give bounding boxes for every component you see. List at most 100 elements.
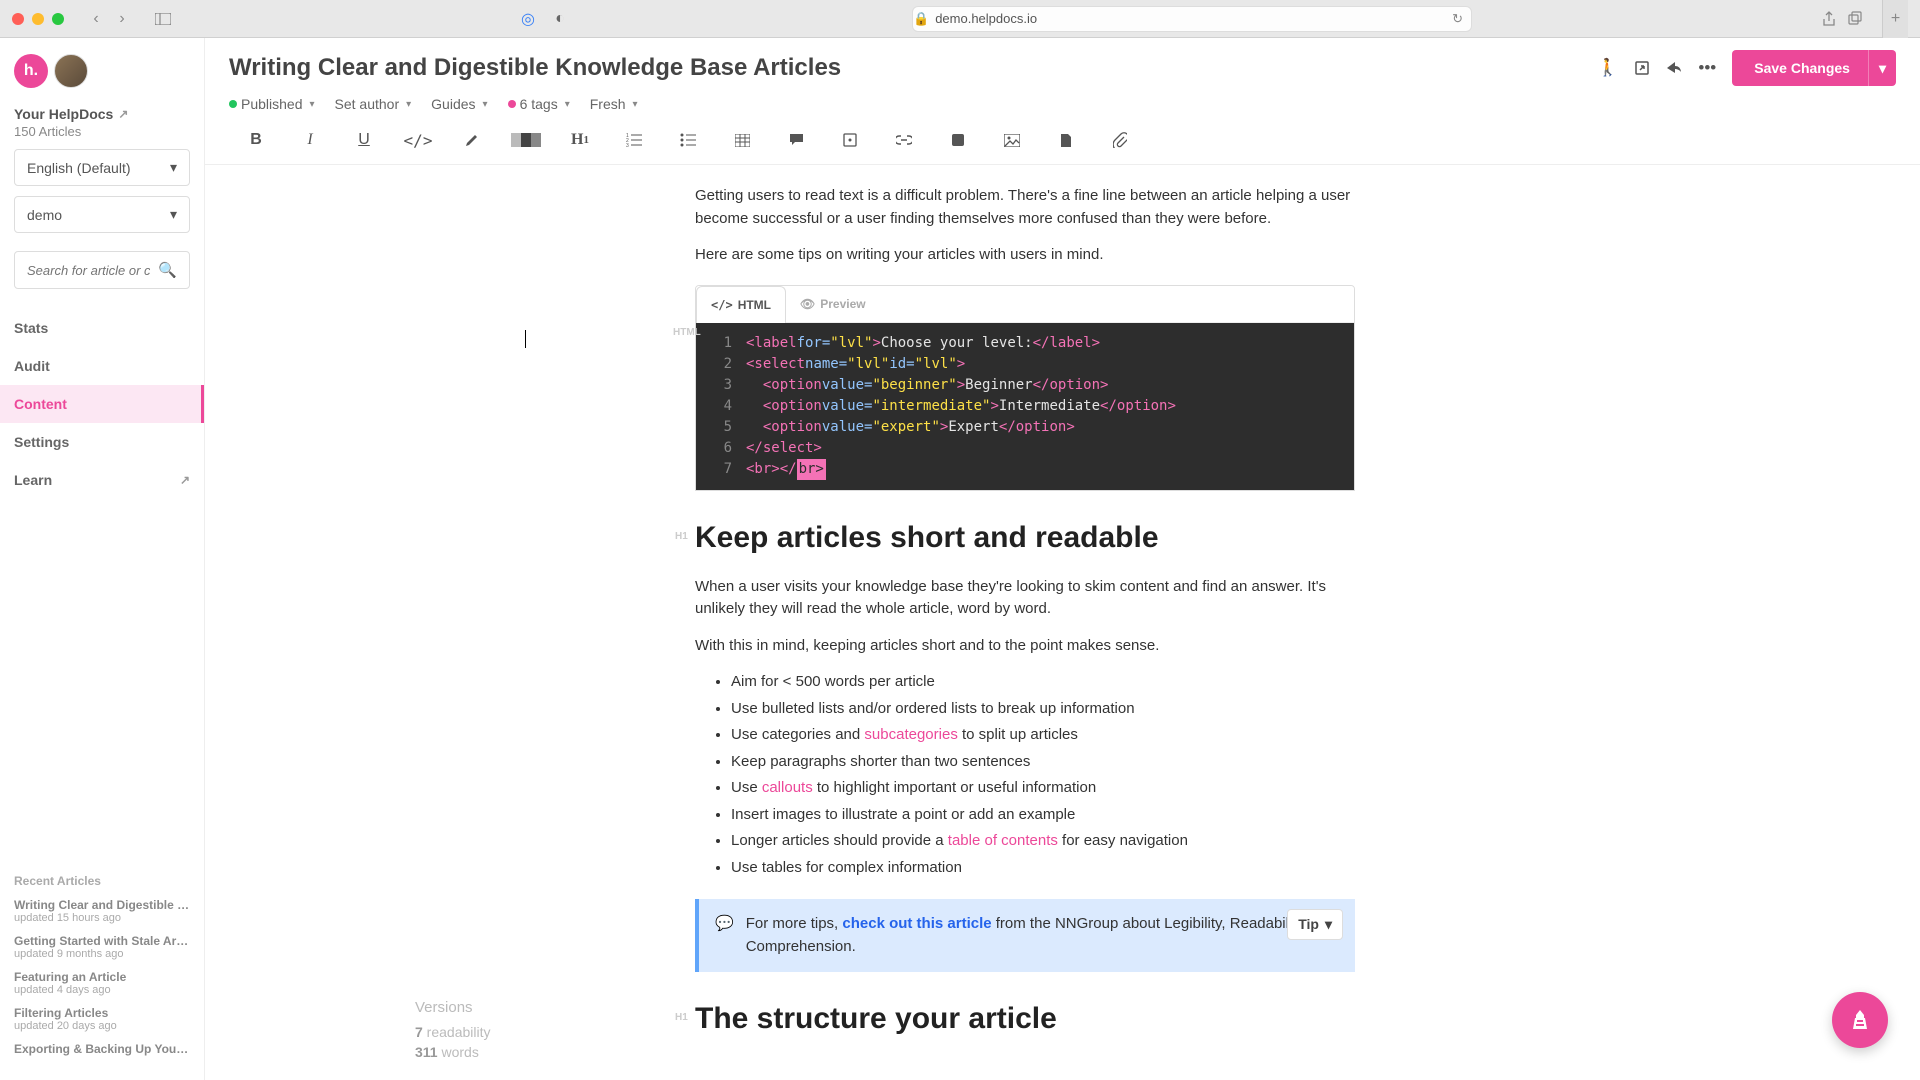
author-dropdown[interactable]: Set author [335,96,412,112]
sidebar-toggle-icon[interactable] [150,8,176,30]
word-count-stat: 311 words [415,1044,491,1060]
eye-icon: 👁 [800,295,815,313]
color-swatches[interactable] [499,126,553,154]
forward-button[interactable]: › [110,8,134,30]
link-button[interactable] [877,126,931,154]
accessibility-icon[interactable]: 🚶 [1597,58,1618,78]
sidebar-item-learn[interactable]: Learn ↗ [0,461,204,499]
attachment-button[interactable] [1093,126,1147,154]
file-button[interactable] [1039,126,1093,154]
search-input[interactable]: 🔍 [14,251,190,289]
link-callouts[interactable]: callouts [762,779,813,796]
unordered-list-button[interactable] [661,126,715,154]
lock-icon: 🔒 [913,11,929,27]
heading-1[interactable]: The structure your article [695,996,1355,1041]
back-button[interactable]: ‹ [84,8,108,30]
block-button[interactable] [931,126,985,154]
share-icon[interactable] [1666,61,1682,75]
sidebar-item-content[interactable]: Content [0,385,204,423]
svg-text:3: 3 [626,143,629,147]
copy-tab-icon[interactable] [1848,11,1862,27]
recent-article[interactable]: Getting Started with Stale Articlesupdat… [14,934,190,960]
tags-dropdown[interactable]: 6 tags [508,96,570,112]
article-title[interactable]: Writing Clear and Digestible Knowledge B… [229,54,841,82]
status-dropdown[interactable]: Published [229,96,315,112]
code-button[interactable]: </> [391,126,445,154]
tip-type-dropdown[interactable]: Tip▾ [1287,909,1343,940]
list-item[interactable]: Use callouts to highlight important or u… [731,777,1355,800]
share-icon[interactable] [1822,11,1836,27]
save-dropdown-icon[interactable]: ▾ [1868,50,1896,86]
save-changes-button[interactable]: Save Changes ▾ [1732,50,1896,86]
open-external-icon[interactable] [1634,60,1650,76]
link-subcategories[interactable]: subcategories [864,726,957,743]
new-tab-button[interactable]: + [1882,0,1908,38]
list-item[interactable]: Aim for < 500 words per article [731,671,1355,694]
highlight-button[interactable] [445,126,499,154]
recent-article[interactable]: Writing Clear and Digestible Kn…updated … [14,898,190,924]
chevron-down-icon: ▾ [170,206,177,223]
recent-article[interactable]: Filtering Articlesupdated 20 days ago [14,1006,190,1032]
language-dropdown[interactable]: English (Default) ▾ [14,149,190,186]
readability-stat: 7 readability [415,1024,491,1040]
table-button[interactable] [715,126,769,154]
workspace-name[interactable]: Your HelpDocs ↗ [14,106,190,122]
chevron-down-icon: ▾ [1325,914,1332,935]
paragraph[interactable]: Getting users to read text is a difficul… [695,185,1355,230]
comment-button[interactable] [769,126,823,154]
sidebar-item-stats[interactable]: Stats [0,309,204,347]
editor-content[interactable]: Getting users to read text is a difficul… [205,165,1920,1080]
list-item[interactable]: Use bulleted lists and/or ordered lists … [731,698,1355,721]
callout-button[interactable] [823,126,877,154]
reload-icon[interactable]: ↻ [1452,11,1463,27]
recent-article[interactable]: Exporting & Backing Up Your Ar… [14,1042,190,1056]
freshness-dropdown[interactable]: Fresh [590,96,638,112]
callout-link[interactable]: check out this article [842,915,991,932]
maximize-window-icon[interactable] [52,13,64,25]
italic-button[interactable]: I [283,126,337,154]
search-field[interactable] [27,263,150,278]
url-text: demo.helpdocs.io [935,11,1037,26]
help-fab-button[interactable] [1832,992,1888,1048]
paragraph[interactable]: With this in mind, keeping articles shor… [695,635,1355,658]
ordered-list-button[interactable]: 123 [607,126,661,154]
browser-chrome: ‹ › ◎ ◐ 🔒 demo.helpdocs.io ↻ + [0,0,1920,38]
recent-article[interactable]: Featuring an Articleupdated 4 days ago [14,970,190,996]
avatar[interactable] [54,54,88,88]
heading-button[interactable]: H1 [553,126,607,154]
tab-preview[interactable]: 👁Preview [786,286,880,322]
paragraph[interactable]: Here are some tips on writing your artic… [695,244,1355,267]
extension-1password-icon[interactable]: ◎ [514,7,542,31]
helpdocs-logo-icon[interactable]: h. [14,54,48,88]
sidebar-item-settings[interactable]: Settings [0,423,204,461]
bullet-list[interactable]: Aim for < 500 words per article Use bull… [731,671,1355,879]
tab-html[interactable]: </>HTML [696,286,786,323]
heading-1[interactable]: Keep articles short and readable [695,515,1355,560]
callout-tip[interactable]: 💬 For more tips, check out this article … [695,899,1355,972]
list-item[interactable]: Use categories and subcategories to spli… [731,724,1355,747]
list-item[interactable]: Use tables for complex information [731,857,1355,880]
close-window-icon[interactable] [12,13,24,25]
list-item[interactable]: Longer articles should provide a table o… [731,830,1355,853]
category-dropdown[interactable]: Guides [431,96,487,112]
lighthouse-icon [1847,1007,1873,1033]
sidebar-item-audit[interactable]: Audit [0,347,204,385]
list-item[interactable]: Keep paragraphs shorter than two sentenc… [731,751,1355,774]
traffic-lights [12,13,64,25]
image-button[interactable] [985,126,1039,154]
code-block[interactable]: </>HTML 👁Preview 1<label for="lvl">Choos… [695,285,1355,491]
speech-bubble-icon: 💬 [715,913,734,958]
article-count: 150 Articles [14,124,190,139]
address-bar[interactable]: 🔒 demo.helpdocs.io ↻ [912,6,1472,32]
more-options-icon[interactable]: ••• [1698,58,1716,78]
external-link-icon[interactable]: ↗ [118,107,128,121]
versions-heading[interactable]: Versions [415,999,491,1016]
bold-button[interactable]: B [229,126,283,154]
paragraph[interactable]: When a user visits your knowledge base t… [695,576,1355,621]
scope-dropdown[interactable]: demo ▾ [14,196,190,233]
underline-button[interactable]: U [337,126,391,154]
extension-privacy-icon[interactable]: ◐ [546,7,574,31]
link-toc[interactable]: table of contents [948,832,1058,849]
list-item[interactable]: Insert images to illustrate a point or a… [731,804,1355,827]
minimize-window-icon[interactable] [32,13,44,25]
